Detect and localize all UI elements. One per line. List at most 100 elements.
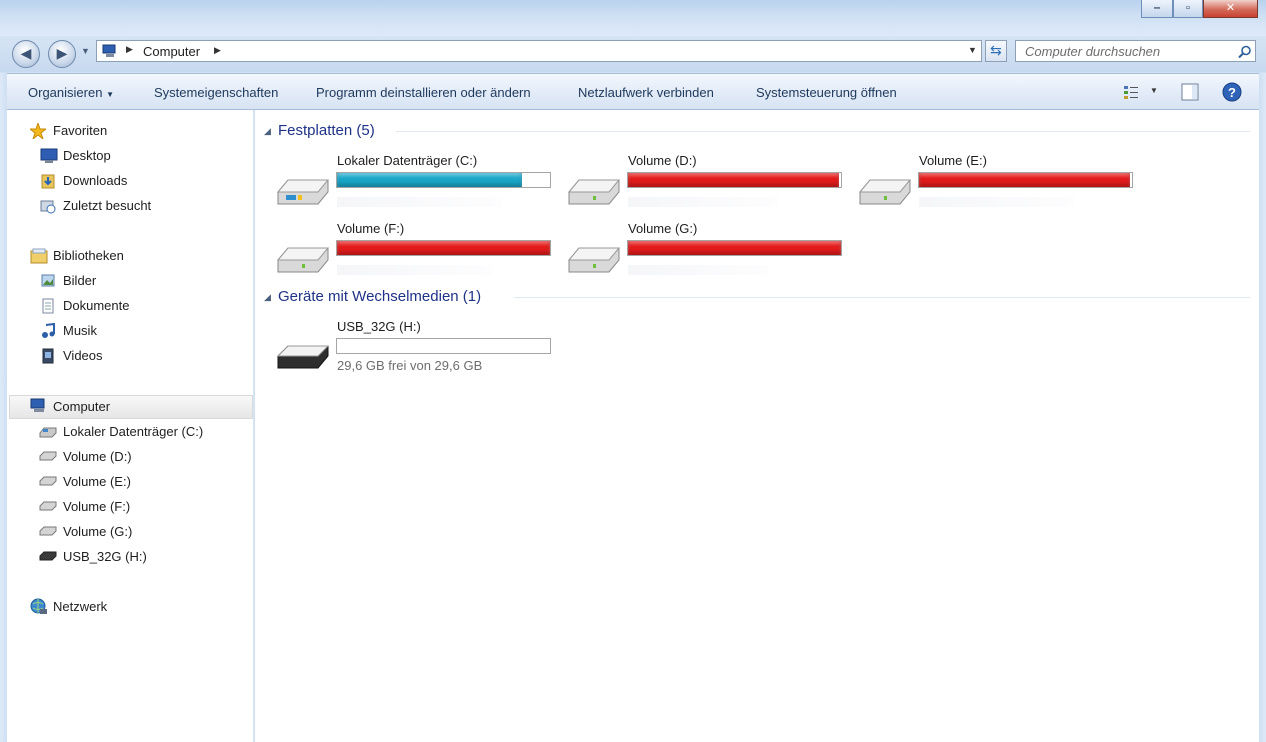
sidebar-item-computer[interactable]: Computer	[53, 396, 110, 418]
svg-text:?: ?	[1228, 85, 1236, 100]
usb-drive-icon	[39, 551, 57, 561]
drive-name: Lokaler Datenträger (C:)	[337, 153, 478, 168]
sidebar-item-desktop[interactable]: Desktop	[63, 145, 111, 167]
drive-icon	[567, 179, 621, 205]
drive-icon	[276, 247, 330, 273]
drive-free-text-obscured	[628, 265, 768, 275]
drive-name: Volume (D:)	[628, 153, 697, 168]
usb-drive-icon	[276, 345, 330, 369]
computer-icon	[102, 44, 116, 57]
drive-free-text: 29,6 GB frei von 29,6 GB	[337, 358, 483, 373]
group-header-hard-disks[interactable]: Festplatten (5)	[278, 122, 375, 139]
sidebar-item-music[interactable]: Musik	[63, 320, 97, 342]
drive-icon	[39, 427, 57, 438]
forward-icon: ▶	[56, 45, 68, 61]
view-icon[interactable]	[1123, 84, 1139, 100]
open-control-panel-button[interactable]: Systemsteuerung öffnen	[756, 85, 897, 100]
minimize-button[interactable]: ‒	[1141, 0, 1173, 18]
close-button[interactable]: ✕	[1203, 0, 1258, 18]
drive-tile-g[interactable]: Volume (G:)	[566, 218, 846, 280]
organize-label: Organisieren	[28, 85, 103, 100]
drive-usage-fill	[628, 173, 839, 187]
refresh-icon: ⇆	[990, 42, 1002, 58]
sidebar-item-drive-d[interactable]: Volume (D:)	[63, 446, 132, 468]
drive-name: Volume (F:)	[337, 221, 405, 236]
sidebar-item-recent[interactable]: Zuletzt besucht	[63, 195, 151, 217]
drive-name: Volume (G:)	[628, 221, 698, 236]
address-bar[interactable]: ▶ Computer ▶ ▼	[96, 40, 982, 62]
drive-icon	[39, 526, 57, 536]
sidebar-item-drive-e[interactable]: Volume (E:)	[63, 471, 131, 493]
drive-usage-bar	[627, 240, 842, 256]
drive-icon	[858, 179, 912, 205]
library-icon	[30, 248, 48, 264]
computer-icon	[30, 398, 45, 412]
maximize-icon: ▫	[1186, 2, 1190, 14]
sidebar-item-drive-f[interactable]: Volume (F:)	[63, 496, 130, 518]
group-divider	[514, 297, 1250, 298]
sidebar-item-downloads[interactable]: Downloads	[63, 170, 127, 192]
music-icon	[42, 323, 55, 338]
sidebar-item-videos[interactable]: Videos	[63, 345, 103, 367]
drive-icon	[276, 179, 330, 205]
sidebar-item-favorites[interactable]: Favoriten	[53, 120, 107, 142]
recent-icon	[40, 200, 56, 214]
drive-free-text-obscured	[337, 197, 502, 207]
command-bar: Organisieren ▼ Systemeigenschaften Progr…	[7, 73, 1259, 110]
chevron-down-icon: ▼	[106, 90, 114, 99]
drive-free-text-obscured	[337, 265, 492, 275]
drive-usage-bar	[336, 240, 551, 256]
sidebar-item-drive-h[interactable]: USB_32G (H:)	[63, 546, 147, 568]
maximize-button[interactable]: ▫	[1173, 0, 1203, 18]
drive-free-text-obscured	[628, 197, 778, 207]
drive-tile-d[interactable]: Volume (D:)	[566, 150, 846, 212]
system-properties-button[interactable]: Systemeigenschaften	[154, 85, 278, 100]
sidebar-item-drive-g[interactable]: Volume (G:)	[63, 521, 132, 543]
drive-usage-fill	[337, 173, 523, 187]
drive-usage-bar	[336, 172, 551, 188]
drive-icon	[39, 476, 57, 486]
sidebar-item-pictures[interactable]: Bilder	[63, 270, 96, 292]
group-divider	[396, 131, 1250, 132]
preview-pane-icon[interactable]	[1181, 83, 1199, 101]
minimize-icon: ‒	[1153, 2, 1161, 14]
search-icon[interactable]	[1238, 45, 1252, 59]
drive-name: USB_32G (H:)	[337, 319, 421, 334]
recent-pages-dropdown[interactable]: ▼	[81, 46, 90, 56]
view-options-dropdown[interactable]: ▼	[1150, 86, 1158, 95]
window-frame-left	[0, 73, 7, 742]
drive-usage-fill	[628, 241, 841, 255]
group-header-removable[interactable]: Geräte mit Wechselmedien (1)	[278, 288, 481, 305]
videos-icon	[42, 348, 54, 364]
address-history-dropdown[interactable]: ▼	[968, 45, 977, 55]
breadcrumb-chevron[interactable]: ▶	[214, 45, 221, 56]
drive-tile-e[interactable]: Volume (E:)	[857, 150, 1137, 212]
group-collapse-removable[interactable]: ◢	[264, 292, 271, 303]
back-icon: ◀	[20, 45, 32, 61]
uninstall-program-button[interactable]: Programm deinstallieren oder ändern	[316, 85, 531, 100]
help-icon[interactable]: ?	[1222, 82, 1242, 102]
sidebar-item-documents[interactable]: Dokumente	[63, 295, 129, 317]
back-button[interactable]: ◀	[12, 40, 40, 68]
sidebar-item-network[interactable]: Netzwerk	[53, 596, 107, 618]
sidebar-item-drive-c[interactable]: Lokaler Datenträger (C:)	[63, 421, 203, 443]
search-placeholder: Computer durchsuchen	[1025, 44, 1161, 59]
drive-name: Volume (E:)	[919, 153, 987, 168]
drive-tile-f[interactable]: Volume (F:)	[275, 218, 555, 280]
drive-tile-c[interactable]: Lokaler Datenträger (C:)	[275, 150, 555, 212]
forward-button[interactable]: ▶	[48, 40, 76, 68]
drive-usage-bar	[336, 338, 551, 354]
breadcrumb-computer[interactable]: Computer	[143, 44, 200, 59]
drive-icon	[39, 501, 57, 511]
group-collapse-hard-disks[interactable]: ◢	[264, 126, 271, 137]
drive-icon	[39, 451, 57, 461]
sidebar-item-libraries[interactable]: Bibliotheken	[53, 245, 124, 267]
search-box[interactable]: Computer durchsuchen	[1015, 40, 1256, 62]
drive-usage-fill	[919, 173, 1130, 187]
organize-button[interactable]: Organisieren ▼	[28, 85, 114, 100]
desktop-icon	[40, 148, 58, 163]
drive-tile-h[interactable]: USB_32G (H:) 29,6 GB frei von 29,6 GB	[275, 316, 555, 378]
refresh-button[interactable]: ⇆	[985, 40, 1007, 62]
map-network-drive-button[interactable]: Netzlaufwerk verbinden	[578, 85, 714, 100]
documents-icon	[42, 298, 54, 314]
